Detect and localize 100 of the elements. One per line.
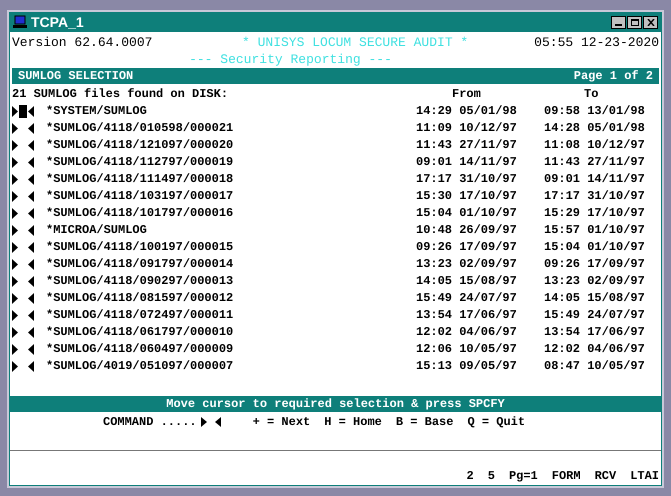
table-cell-text: 17:17 31/10/97 <box>416 171 518 188</box>
field-end-icon <box>28 276 34 287</box>
field-start-icon <box>12 259 18 270</box>
status-item: Pg=1 <box>508 468 538 485</box>
banner-title: SUMLOG SELECTION <box>18 68 134 84</box>
field-end-icon <box>28 344 34 355</box>
field-end-icon <box>28 191 34 202</box>
field-end-icon <box>28 259 34 270</box>
table-cell: 15:57 01/10/97 <box>544 222 645 239</box>
field-start-icon <box>12 293 18 304</box>
field-start-icon <box>12 140 18 151</box>
app-title: * UNISYS LOCUM SECURE AUDIT * <box>242 34 468 51</box>
table-cell: 09:58 13/01/98 <box>544 103 645 120</box>
table-cell: 08:47 10/05/97 <box>544 358 645 375</box>
field-start-icon <box>12 225 18 236</box>
table-cell-text: 10:48 26/09/97 <box>416 222 518 239</box>
field-start-icon <box>12 106 18 117</box>
table-cell-text: *SUMLOG/4118/081597/000012 <box>46 290 234 307</box>
table-cell-text: *SUMLOG/4118/121097/000020 <box>46 137 234 154</box>
table-cell-text: *SUMLOG/4118/010598/000021 <box>46 120 234 137</box>
summary-text: 21 SUMLOG files found on DISK: <box>12 86 230 103</box>
table-cell: 14:28 05/01/98 <box>544 120 645 137</box>
field-end-icon <box>28 106 34 117</box>
table-cell: 09:01 14/11/97 <box>544 171 645 188</box>
table-cell-text: 12:06 10/05/97 <box>416 341 518 358</box>
table-cell: 11:43 27/11/97 <box>544 154 645 171</box>
table-cell: 15:04 01/10/97 <box>544 239 645 256</box>
field-start-icon <box>12 310 18 321</box>
key-hint: B = Base <box>396 414 454 430</box>
field-end-icon <box>28 310 34 321</box>
table-cell: 09:26 17/09/97 <box>544 256 645 273</box>
key-hint: + = Next <box>252 414 310 430</box>
field-start-icon <box>12 208 18 219</box>
table-cell-text: *SUMLOG/4118/112797/000019 <box>46 154 234 171</box>
field-end-icon <box>28 208 34 219</box>
status-item: 5 <box>488 468 495 485</box>
column-header: To <box>584 86 598 103</box>
table-cell: 13:23 02/09/97 <box>544 273 645 290</box>
field-end-icon <box>28 225 34 236</box>
table-cell-text: 13:54 17/06/97 <box>416 307 518 324</box>
table-cell: 12:02 04/06/97 <box>544 341 645 358</box>
table-cell-text: *SYSTEM/SUMLOG <box>46 103 148 120</box>
table-cell-text: *MICROA/SUMLOG <box>46 222 148 239</box>
table-cell-text: *SUMLOG/4118/101797/000016 <box>46 205 234 222</box>
table-cell-text: 14:05 15/08/97 <box>416 273 518 290</box>
table-cell-text: *SUMLOG/4118/111497/000018 <box>46 171 234 188</box>
table-cell: 14:05 15/08/97 <box>544 290 645 307</box>
page-indicator: Page 1 of 2 <box>574 68 653 84</box>
table-cell-text: 13:23 02/09/97 <box>416 256 518 273</box>
table-cell-text: *SUMLOG/4118/103197/000017 <box>46 188 234 205</box>
table-cell: 17:17 31/10/97 <box>544 188 645 205</box>
field-end-icon <box>28 242 34 253</box>
date-time: 05:55 12-23-2020 <box>534 34 659 51</box>
table-cell-text: 11:09 10/12/97 <box>416 120 518 137</box>
field-start-icon <box>12 242 18 253</box>
field-end-icon <box>28 157 34 168</box>
prompt-bar: Move cursor to required selection & press SPCFY <box>10 396 661 412</box>
status-item: FORM <box>552 468 581 485</box>
table-cell-text: *SUMLOG/4118/072497/000011 <box>46 307 234 324</box>
field-end-icon <box>28 327 34 338</box>
table-cell-text: *SUMLOG/4118/061797/000010 <box>46 324 234 341</box>
subtitle: --- Security Reporting --- <box>189 51 392 68</box>
version-text: Version 62.64.0007 <box>12 34 154 51</box>
table-cell-text: 11:43 27/11/97 <box>416 137 518 154</box>
field-end-icon <box>28 140 34 151</box>
field-start-icon <box>12 327 18 338</box>
column-header: From <box>452 86 482 103</box>
close-button[interactable] <box>643 16 658 28</box>
field-start-icon <box>12 123 18 134</box>
field-start-icon <box>12 157 18 168</box>
table-cell: 15:49 24/07/97 <box>544 307 645 324</box>
field-end-icon <box>28 174 34 185</box>
terminal-icon <box>13 15 27 29</box>
table-cell-text: 09:01 14/11/97 <box>416 154 518 171</box>
field-end-icon <box>28 123 34 134</box>
table-cell: 15:29 17/10/97 <box>544 205 645 222</box>
table-cell-text: 15:04 01/10/97 <box>416 205 518 222</box>
maximize-button[interactable] <box>627 16 642 28</box>
status-item: 2 <box>466 468 474 485</box>
key-hint: Q = Quit <box>467 414 526 430</box>
table-cell-text: *SUMLOG/4118/060497/000009 <box>46 341 234 358</box>
table-cell-text: 14:29 05/01/98 <box>416 103 518 120</box>
close-icon <box>646 18 654 26</box>
field-start-icon <box>12 361 18 372</box>
table-cell-text: *SUMLOG/4118/091797/000014 <box>46 256 234 273</box>
table-cell-text: 15:13 09/05/97 <box>416 358 518 375</box>
table-cell-text: 09:26 17/09/97 <box>416 239 518 256</box>
table-cell-text: 15:49 24/07/97 <box>416 290 518 307</box>
table-cell-text: 15:30 17/10/97 <box>416 188 518 205</box>
field-end-icon <box>28 293 34 304</box>
minimize-button[interactable] <box>611 16 626 28</box>
status-item: RCV <box>594 468 616 485</box>
table-cell-text: *SUMLOG/4118/100197/000015 <box>46 239 234 256</box>
table-cell: 11:08 10/12/97 <box>544 137 645 154</box>
key-hint: H = Home <box>324 414 382 430</box>
field-start-icon <box>200 417 207 427</box>
command-label: COMMAND ..... <box>103 414 197 430</box>
table-cell-text: *SUMLOG/4118/090297/000013 <box>46 273 234 290</box>
table-cell-text: 12:02 04/06/97 <box>416 324 518 341</box>
status-item: LTAI <box>630 468 659 485</box>
